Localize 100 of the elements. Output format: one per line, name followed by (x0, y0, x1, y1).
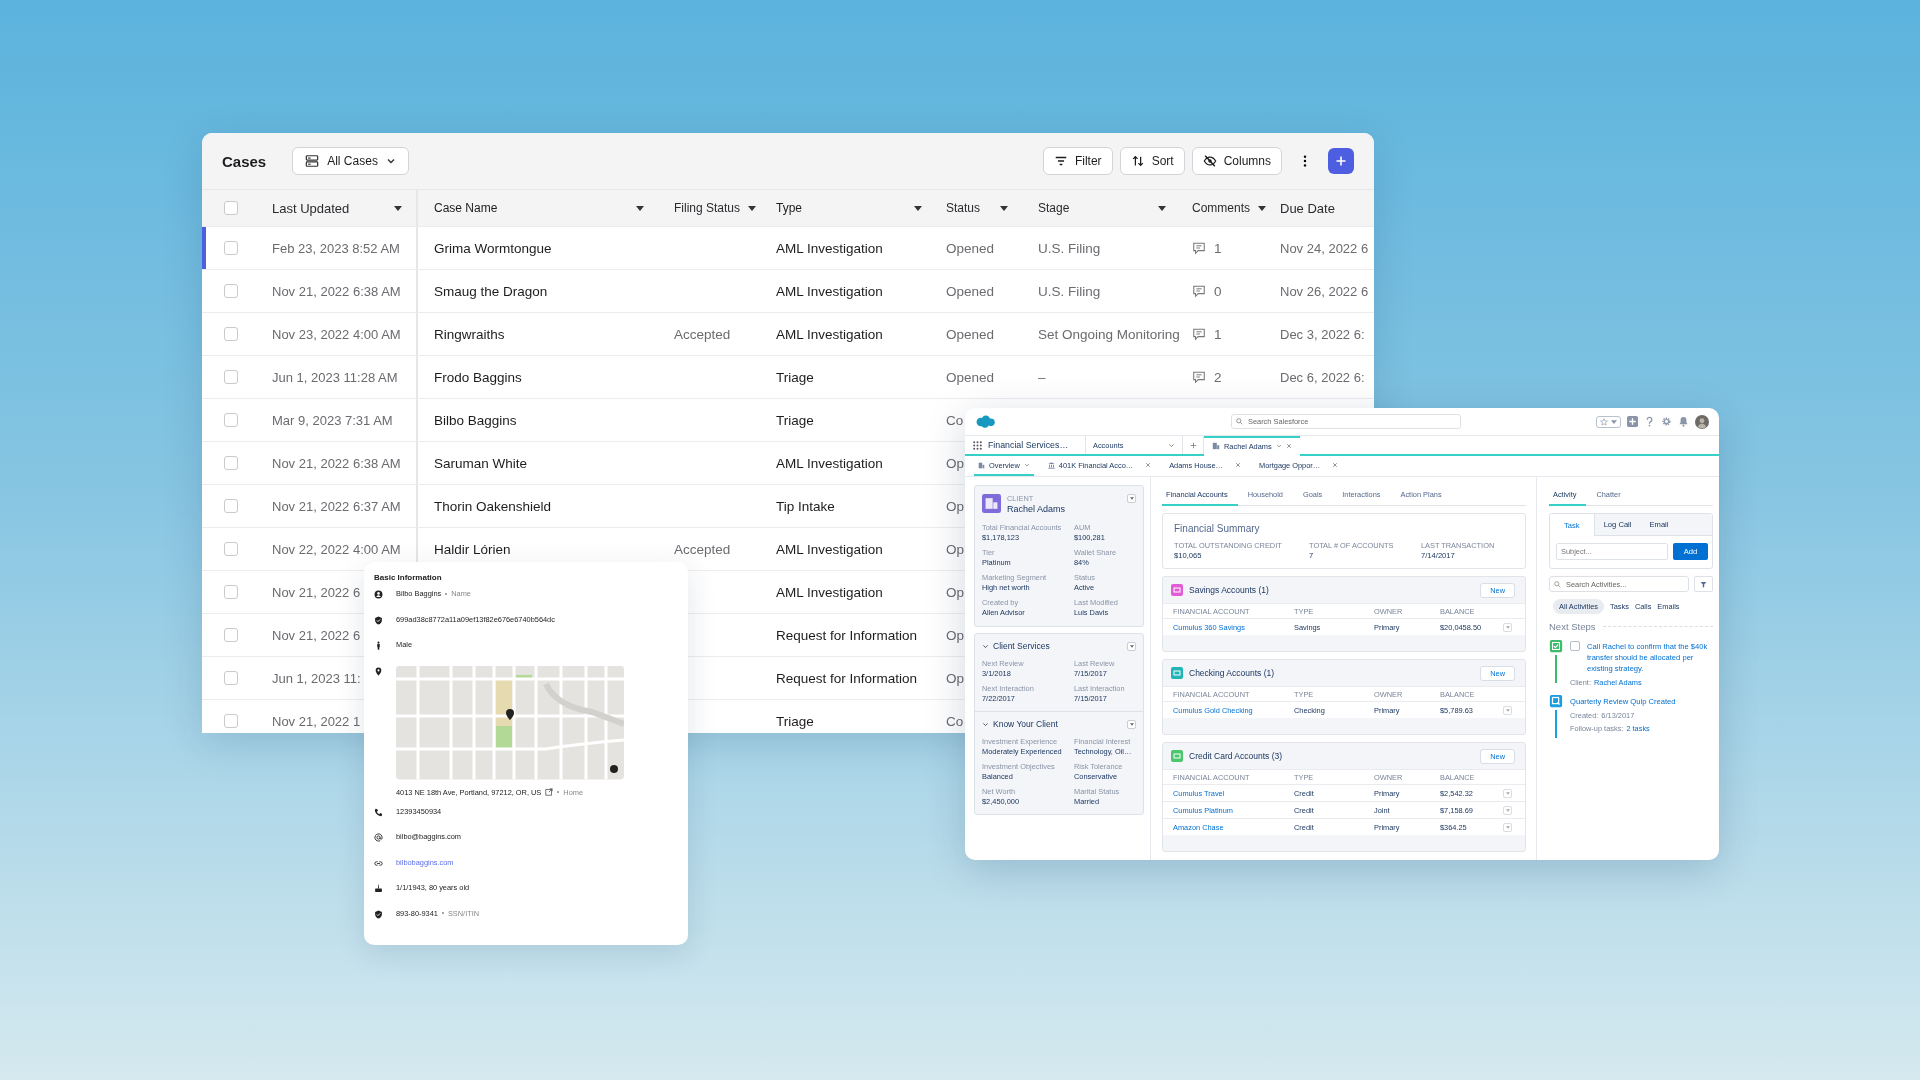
column-header[interactable]: Stage (1038, 201, 1070, 215)
building-icon (1212, 442, 1220, 450)
row-menu-button[interactable] (1503, 805, 1512, 815)
task-checkbox[interactable] (1570, 641, 1580, 651)
columns-button[interactable]: Columns (1191, 147, 1282, 175)
column-header[interactable]: Status (946, 201, 981, 215)
row-checkbox[interactable] (224, 585, 238, 599)
column-header[interactable]: Comments (1192, 201, 1250, 215)
table-cell: Nov 21, 2022 1 (272, 713, 361, 729)
app-name: Financial Services… (988, 440, 1069, 450)
caret-icon[interactable] (914, 205, 922, 211)
caret-icon[interactable] (748, 205, 757, 211)
sort-button[interactable]: Sort (1119, 147, 1185, 175)
app-launcher-icon[interactable] (973, 440, 982, 450)
table-icon (305, 154, 320, 168)
row-checkbox[interactable] (224, 456, 238, 470)
menu-button[interactable] (1127, 719, 1136, 729)
row-checkbox[interactable] (224, 327, 238, 341)
client-name: Rachel Adams (1007, 504, 1067, 514)
favorites-button[interactable] (1596, 415, 1621, 428)
column-header[interactable]: Filing Status (674, 201, 741, 215)
table-cell: AML Investigation (776, 541, 883, 557)
close-icon[interactable] (1285, 443, 1292, 449)
table-cell: Jun 1, 2023 11: (272, 670, 361, 686)
caret-icon (1505, 825, 1510, 829)
caret-icon (1505, 791, 1510, 795)
table-cell: Nov 21, 2022 6:37 AM (272, 498, 401, 514)
comment-count: 0 (1214, 283, 1222, 299)
column-header[interactable]: Last Updated (272, 200, 350, 216)
card-title: Financial Summary (1174, 523, 1261, 534)
table-cell: Ringwraiths (434, 326, 505, 342)
caret-icon[interactable] (1000, 205, 1008, 211)
table-cell: Nov 26, 2022 6 (1280, 283, 1369, 299)
filter-button[interactable]: Filter (1042, 147, 1113, 175)
star-icon (1600, 417, 1608, 426)
panel-title: Credit Card Accounts (3) (1189, 751, 1284, 761)
table-cell: Nov 21, 2022 6:38 AM (272, 455, 401, 471)
hidden-eye-icon (1202, 154, 1217, 168)
row-menu-button[interactable] (1503, 705, 1512, 715)
table-cell: Opened (946, 326, 995, 342)
avatar[interactable] (1695, 414, 1709, 429)
caret-icon[interactable] (394, 205, 402, 211)
view-selector[interactable]: All Cases (292, 147, 409, 175)
column-header[interactable]: Type (776, 201, 802, 215)
menu-button[interactable] (1127, 494, 1136, 503)
filter-button[interactable] (1694, 576, 1713, 592)
section-title[interactable]: Client Services (993, 641, 1123, 651)
row-checkbox[interactable] (224, 284, 238, 298)
filter-icon (1053, 154, 1068, 168)
row-checkbox[interactable] (224, 714, 238, 728)
row-menu-button[interactable] (1503, 622, 1512, 632)
row-checkbox[interactable] (224, 241, 238, 255)
row-checkbox[interactable] (224, 628, 238, 642)
close-icon[interactable] (1145, 462, 1152, 468)
table-cell: Grima Wormtongue (434, 240, 552, 256)
menu-button[interactable] (1127, 641, 1136, 651)
close-icon[interactable] (1332, 462, 1339, 468)
settings-icon[interactable] (1661, 416, 1672, 427)
cloud-logo[interactable] (974, 414, 996, 429)
comment-icon (1192, 327, 1206, 341)
add-icon[interactable] (1627, 416, 1638, 427)
table-cell: Nov 21, 2022 6 (272, 627, 361, 643)
row-menu-button[interactable] (1503, 822, 1512, 832)
at-sign-icon (374, 833, 383, 842)
plus-icon[interactable] (1189, 441, 1197, 449)
card-title: Basic Information (374, 573, 443, 582)
cake-icon (374, 884, 383, 893)
caret-icon[interactable] (636, 205, 644, 211)
section-title[interactable]: Know Your Client (993, 719, 1123, 729)
add-button[interactable] (1328, 148, 1354, 174)
external-link-icon[interactable] (545, 788, 554, 796)
table-cell: Op (946, 584, 964, 600)
column-header[interactable]: Due Date (1280, 200, 1335, 216)
row-checkbox[interactable] (224, 671, 238, 685)
row-checkbox[interactable] (224, 542, 238, 556)
table-cell: Co (946, 412, 964, 428)
sort-arrows-icon (1130, 154, 1145, 168)
table-cell: Accepted (674, 541, 731, 557)
row-checkbox[interactable] (224, 413, 238, 427)
notifications-icon[interactable] (1678, 416, 1689, 427)
help-icon[interactable] (1644, 416, 1655, 427)
caret-icon[interactable] (1158, 205, 1166, 211)
select-all-checkbox[interactable] (224, 201, 238, 215)
table-cell: Frodo Baggins (434, 369, 522, 385)
table-cell: Op (946, 455, 964, 471)
table-cell: Nov 24, 2022 6 (1280, 240, 1369, 256)
table-cell: Nov 21, 2022 6 (272, 584, 361, 600)
row-menu-button[interactable] (1503, 788, 1512, 798)
chevron-down-icon[interactable] (982, 720, 989, 728)
chevron-down-icon[interactable] (982, 642, 989, 650)
caret-icon[interactable] (1258, 205, 1266, 211)
row-checkbox[interactable] (224, 370, 238, 384)
row-checkbox[interactable] (224, 499, 238, 513)
table-cell: Jun 1, 2023 11:28 AM (272, 369, 398, 385)
table-cell: – (1038, 369, 1046, 385)
table-cell: Mar 9, 2023 7:31 AM (272, 412, 393, 428)
close-icon[interactable] (1235, 462, 1241, 468)
column-header[interactable]: Case Name (434, 201, 498, 215)
table-cell: Triage (776, 412, 814, 428)
shield-icon (374, 615, 383, 625)
